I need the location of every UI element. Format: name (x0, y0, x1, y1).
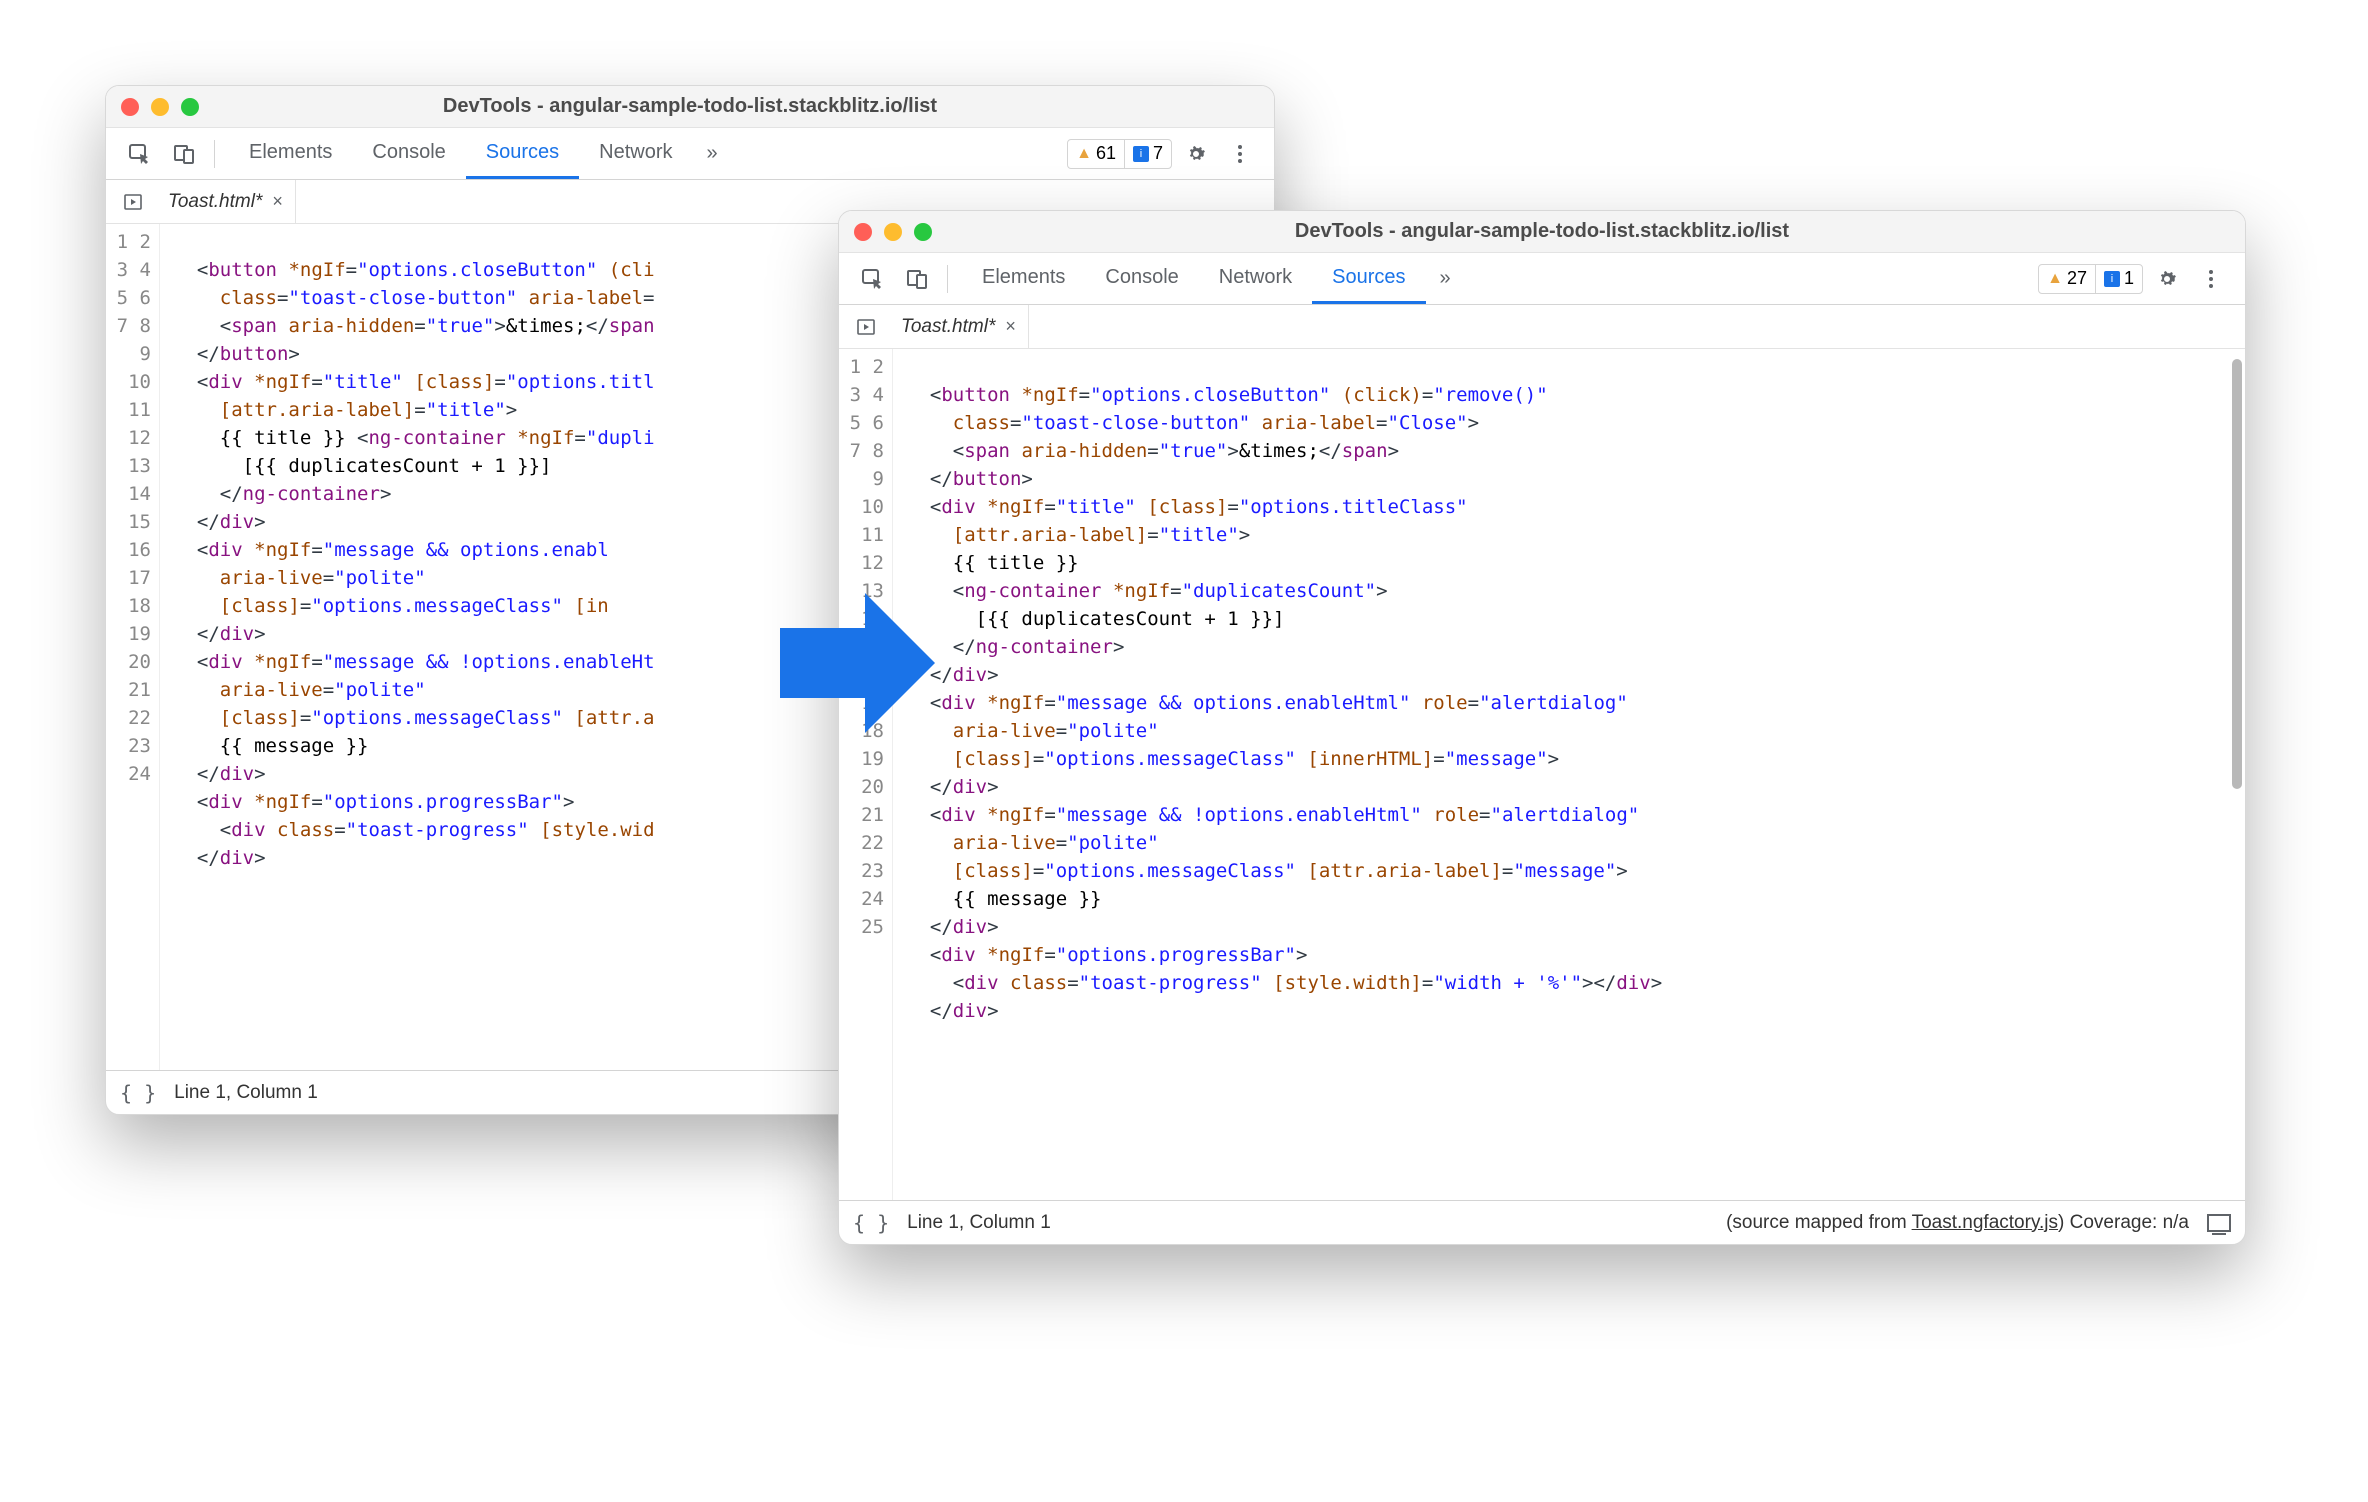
more-tabs-icon[interactable]: » (1430, 267, 1461, 290)
file-tabs-bar: Toast.html* × (839, 305, 2245, 349)
scrollbar[interactable] (2232, 359, 2242, 789)
close-tab-icon[interactable]: × (1005, 316, 1016, 337)
inspect-element-icon[interactable] (853, 259, 893, 299)
tab-network[interactable]: Network (579, 128, 692, 179)
tab-network[interactable]: Network (1199, 253, 1312, 304)
cursor-position: Line 1, Column 1 (174, 1082, 318, 1104)
close-window-button[interactable] (121, 98, 139, 116)
kebab-menu-icon[interactable] (1220, 134, 1260, 174)
coverage-icon[interactable] (2207, 1214, 2231, 1232)
close-window-button[interactable] (854, 223, 872, 241)
status-bar: { } Line 1, Column 1 (source mapped from… (839, 1200, 2245, 1244)
more-tabs-icon[interactable]: » (697, 142, 728, 165)
tab-elements[interactable]: Elements (962, 253, 1085, 304)
inspect-element-icon[interactable] (120, 134, 160, 174)
maximize-window-button[interactable] (914, 223, 932, 241)
titlebar: DevTools - angular-sample-todo-list.stac… (106, 86, 1274, 128)
maximize-window-button[interactable] (181, 98, 199, 116)
file-tab[interactable]: Toast.html* × (156, 180, 296, 223)
titlebar: DevTools - angular-sample-todo-list.stac… (839, 211, 2245, 253)
main-toolbar: ElementsConsoleNetworkSources » ▲27 i1 (839, 253, 2245, 305)
kebab-menu-icon[interactable] (2191, 259, 2231, 299)
tab-console[interactable]: Console (352, 128, 465, 179)
device-toolbar-icon[interactable] (164, 134, 204, 174)
window-title: DevTools - angular-sample-todo-list.stac… (1295, 220, 1789, 243)
pretty-print-icon[interactable]: { } (120, 1081, 156, 1105)
line-gutter: 1 2 3 4 5 6 7 8 9 10 11 12 13 14 15 16 1… (106, 224, 160, 1070)
tab-console[interactable]: Console (1085, 253, 1198, 304)
tab-sources[interactable]: Sources (1312, 253, 1425, 304)
info-icon: i (2104, 271, 2120, 287)
traffic-lights (854, 223, 932, 241)
traffic-lights (121, 98, 199, 116)
source-map-info: (source mapped from Toast.ngfactory.js) … (1726, 1212, 2189, 1234)
source-map-link[interactable]: Toast.ngfactory.js (1912, 1212, 2058, 1233)
issues-badge[interactable]: ▲27 i1 (2038, 264, 2143, 294)
tab-sources[interactable]: Sources (466, 128, 579, 179)
device-toolbar-icon[interactable] (897, 259, 937, 299)
arrow-icon (770, 583, 940, 743)
tab-elements[interactable]: Elements (229, 128, 352, 179)
close-tab-icon[interactable]: × (272, 191, 283, 212)
panel-tabs: ElementsConsoleSourcesNetwork (229, 128, 693, 179)
code-editor[interactable]: 1 2 3 4 5 6 7 8 9 10 11 12 13 14 15 16 1… (839, 349, 2245, 1200)
info-icon: i (1133, 146, 1149, 162)
issues-badge[interactable]: ▲61 i7 (1067, 139, 1172, 169)
navigator-toggle-icon[interactable] (116, 182, 150, 222)
main-toolbar: ElementsConsoleSourcesNetwork » ▲61 i7 (106, 128, 1274, 180)
navigator-toggle-icon[interactable] (849, 307, 883, 347)
cursor-position: Line 1, Column 1 (907, 1212, 1051, 1234)
settings-icon[interactable] (2147, 259, 2187, 299)
warning-icon: ▲ (2047, 270, 2063, 288)
pretty-print-icon[interactable]: { } (853, 1211, 889, 1235)
warning-icon: ▲ (1076, 145, 1092, 163)
devtools-window-right: DevTools - angular-sample-todo-list.stac… (838, 210, 2246, 1245)
minimize-window-button[interactable] (151, 98, 169, 116)
line-gutter: 1 2 3 4 5 6 7 8 9 10 11 12 13 14 15 16 1… (839, 349, 893, 1200)
code-content[interactable]: <button *ngIf="options.closeButton" (cli… (893, 349, 2245, 1200)
panel-tabs: ElementsConsoleNetworkSources (962, 253, 1426, 304)
minimize-window-button[interactable] (884, 223, 902, 241)
window-title: DevTools - angular-sample-todo-list.stac… (443, 95, 937, 118)
settings-icon[interactable] (1176, 134, 1216, 174)
file-tab[interactable]: Toast.html* × (889, 305, 1029, 348)
